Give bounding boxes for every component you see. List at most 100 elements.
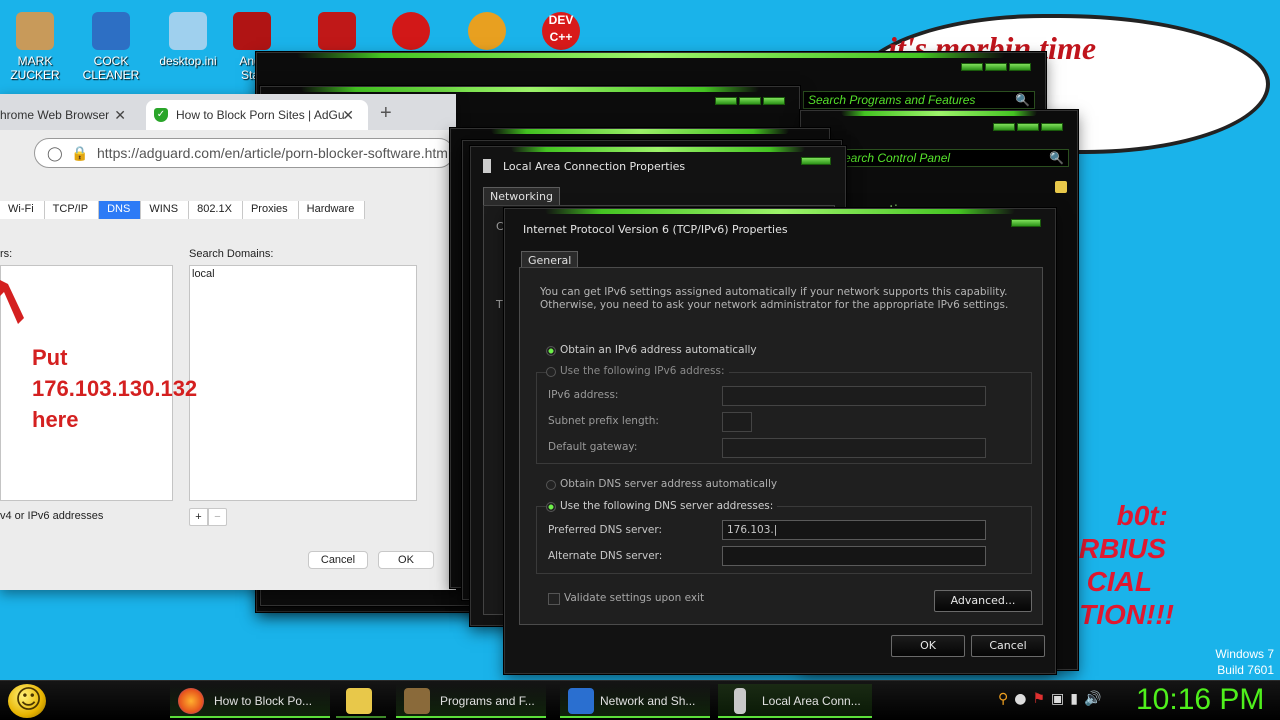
taskbar-item-explorer[interactable] [336, 684, 386, 718]
annotation-line3: here [32, 407, 79, 432]
title-glow [841, 111, 1037, 116]
window-controls[interactable] [1011, 219, 1041, 227]
search-domain-item[interactable]: local [190, 266, 416, 282]
desktop-icon-mark-zucker[interactable]: MARK ZUCKER [4, 6, 66, 82]
validate-settings-checkbox[interactable]: Validate settings upon exit [548, 592, 704, 605]
radio-obtain-dns-auto[interactable]: Obtain DNS server address automatically [546, 478, 777, 490]
minimize-button[interactable] [715, 97, 737, 105]
tab-tcpip[interactable]: TCP/IP [44, 201, 100, 219]
shield-icon: ✓ [154, 108, 168, 122]
lock-icon[interactable]: 🔒 [71, 139, 88, 167]
default-gateway-input[interactable] [722, 438, 986, 458]
desktop-icon-5[interactable] [306, 6, 368, 54]
chat-icon[interactable]: ● [1014, 691, 1026, 707]
remove-domain-button[interactable]: − [208, 508, 227, 526]
window-controls[interactable] [993, 123, 1063, 131]
desktop-icon-cleaner[interactable]: COCK CLEANER [80, 6, 142, 82]
taskbar-item-programs[interactable]: Programs and F... [396, 684, 546, 718]
watermark-line1: Windows 7 [1215, 647, 1274, 661]
new-tab-button[interactable]: + [380, 102, 392, 125]
ok-button[interactable]: OK [891, 635, 965, 657]
tab-wifi[interactable]: Wi-Fi [0, 201, 45, 219]
radio-obtain-ipv6-auto[interactable]: Obtain an IPv6 address automatically [546, 344, 757, 356]
tab-networking[interactable]: Networking [483, 187, 560, 205]
radio-use-following-ipv6[interactable]: Use the following IPv6 address: [546, 365, 729, 377]
network-tray-icon[interactable]: ▣ [1051, 691, 1064, 707]
alternate-dns-input[interactable] [722, 546, 986, 566]
ipv6-properties-dialog[interactable]: Internet Protocol Version 6 (TCP/IPv6) P… [504, 208, 1056, 674]
task-label: How to Block Po... [214, 694, 313, 708]
title-glow [297, 53, 1005, 58]
game-icon [233, 12, 271, 50]
network-adapter-icon [483, 159, 491, 173]
start-button[interactable] [8, 684, 46, 718]
dev-cpp-icon: DEV C++ [542, 12, 580, 50]
ipv6-address-input[interactable] [722, 386, 986, 406]
info-icon[interactable]: ◯ [47, 139, 63, 167]
flag-icon[interactable]: ⚑ [1032, 691, 1045, 707]
maximize-button[interactable] [1017, 123, 1039, 131]
radio-use-following-dns[interactable]: Use the following DNS server addresses: [546, 500, 778, 512]
red-arrow-icon [0, 280, 24, 324]
minimize-button[interactable] [993, 123, 1015, 131]
side-text-2: RBIUS [1078, 533, 1166, 564]
desktop-icon-label: desktop.ini [159, 54, 217, 68]
desktop-icon-desktop-ini[interactable]: desktop.ini [156, 6, 220, 68]
search-domains-list[interactable]: local [189, 265, 417, 501]
maximize-button[interactable] [985, 63, 1007, 71]
taskbar: How to Block Po... Programs and F... Net… [0, 680, 1280, 720]
tab-proxies[interactable]: Proxies [242, 201, 299, 219]
close-tab-icon[interactable]: ✕ [114, 100, 126, 130]
close-button[interactable] [763, 97, 785, 105]
search-programs-input[interactable]: Search Programs and Features 🔍 [803, 91, 1035, 109]
annotation-line1: Put [32, 345, 68, 370]
task-label: Programs and F... [440, 694, 535, 708]
subnet-prefix-input[interactable] [722, 412, 752, 432]
desktop-icon-dev-cpp[interactable]: DEV C++ [530, 6, 592, 54]
taskbar-clock[interactable]: 10:16 PM [1136, 683, 1264, 717]
advanced-button[interactable]: Advanced... [934, 590, 1032, 612]
cancel-button[interactable]: Cancel [308, 551, 368, 569]
taskbar-item-browser[interactable]: How to Block Po... [170, 684, 330, 718]
add-domain-button[interactable]: + [189, 508, 208, 526]
search-icon[interactable]: 🔍 [1049, 150, 1064, 166]
taskbar-item-network[interactable]: Network and Sh... [560, 684, 710, 718]
system-tray: ⚲ ● ⚑ ▣ ▮ 🔊 [998, 691, 1101, 707]
volume-icon[interactable]: 🔊 [1084, 691, 1101, 707]
window-controls[interactable] [961, 63, 1031, 71]
tab-dns[interactable]: DNS [99, 201, 142, 219]
preferred-dns-input[interactable]: 176.103.| [722, 520, 986, 540]
close-button[interactable] [1009, 63, 1031, 71]
tab-8021x[interactable]: 802.1X [189, 201, 243, 219]
help-icon[interactable] [1055, 181, 1067, 193]
cancel-button[interactable]: Cancel [971, 635, 1045, 657]
search-tray-icon[interactable]: ⚲ [998, 691, 1008, 707]
close-button[interactable] [1041, 123, 1063, 131]
title-glow [545, 209, 1015, 214]
ok-button[interactable]: OK [378, 551, 434, 569]
tab-label: How to Block Porn Sites | AdGu [176, 108, 345, 122]
desktop-icon-6[interactable] [380, 6, 442, 54]
address-bar[interactable]: ◯ 🔒 https://adguard.com/en/article/porn-… [34, 138, 454, 168]
browser-window[interactable]: hrome Web Browser ✕ ✓ How to Block Porn … [0, 94, 456, 590]
dns-annotation: Put 176.103.130.132 here [32, 342, 197, 435]
power-icon[interactable]: ▮ [1070, 691, 1078, 707]
maximize-button[interactable] [739, 97, 761, 105]
minimize-button[interactable] [961, 63, 983, 71]
tab-hardware[interactable]: Hardware [298, 201, 366, 219]
window-controls[interactable] [715, 97, 785, 105]
tab-adguard[interactable]: ✓ How to Block Porn Sites | AdGu ✕ [146, 100, 368, 130]
dialog-title: Internet Protocol Version 6 (TCP/IPv6) P… [523, 223, 788, 236]
desktop-icon-7[interactable] [456, 6, 518, 54]
tab-wins[interactable]: WINS [141, 201, 190, 219]
default-gateway-label: Default gateway: [548, 441, 638, 453]
close-button[interactable] [1011, 219, 1041, 227]
search-icon[interactable]: 🔍 [1015, 92, 1030, 108]
firefox-icon [178, 688, 204, 714]
close-button[interactable] [801, 157, 831, 165]
close-tab-icon[interactable]: ✕ [342, 100, 354, 130]
search-control-panel-input[interactable]: earch Control Panel 🔍 [839, 149, 1069, 167]
taskbar-item-local-area-connection[interactable]: Local Area Conn... [718, 684, 872, 718]
window-controls[interactable] [801, 157, 831, 165]
tab-chrome-web-browser[interactable]: hrome Web Browser ✕ [0, 100, 140, 130]
